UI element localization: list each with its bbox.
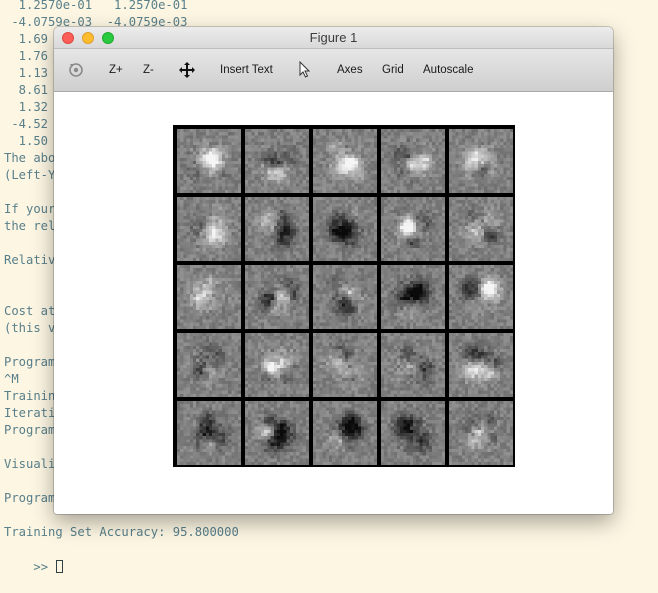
insert-text-button[interactable]: Insert Text — [220, 62, 273, 78]
weight-tile — [177, 265, 241, 329]
terminal-line: the rel — [4, 218, 55, 235]
plot-area[interactable] — [54, 92, 613, 514]
terminal-line: Program — [4, 490, 55, 507]
terminal-line: Program — [4, 354, 55, 371]
weight-tile — [381, 197, 445, 261]
weight-tile — [449, 197, 513, 261]
terminal-line: 1.76 — [4, 48, 48, 65]
weight-tile — [313, 333, 377, 397]
terminal-line: Visuali — [4, 456, 55, 473]
weight-tile — [245, 197, 309, 261]
figure-toolbar: Z+ Z- Insert Text Axes Grid Autoscale — [54, 49, 613, 92]
axes-button[interactable]: Axes — [337, 62, 363, 78]
terminal-line: Relativ — [4, 252, 55, 269]
figure-window[interactable]: Figure 1 Z+ Z- Insert Text Axes Grid Aut… — [54, 27, 613, 514]
grid-button[interactable]: Grid — [382, 62, 404, 78]
weight-tile — [449, 333, 513, 397]
terminal-prompt: >> — [33, 560, 55, 574]
zoom-out-button[interactable]: Z- — [143, 62, 154, 78]
weight-tile — [245, 333, 309, 397]
pan-icon[interactable] — [178, 61, 196, 77]
window-titlebar[interactable]: Figure 1 — [54, 27, 613, 49]
terminal-line: (Left-Y — [4, 167, 55, 184]
weight-tile — [381, 129, 445, 193]
terminal-line: (this v — [4, 320, 55, 337]
terminal-prompt-line[interactable]: >> — [4, 542, 63, 593]
weight-tile — [245, 129, 309, 193]
weight-tile — [177, 401, 241, 465]
weight-tile — [313, 265, 377, 329]
pointer-icon[interactable] — [298, 61, 312, 77]
terminal-line: 1.13 — [4, 65, 48, 82]
weight-tile — [177, 333, 241, 397]
weight-tile — [177, 129, 241, 193]
terminal-line: ^M — [4, 371, 19, 388]
terminal-line: If your — [4, 201, 55, 218]
terminal-line: Training Set Accuracy: 95.800000 — [4, 524, 239, 541]
hidden-layer-weight-grid — [173, 125, 515, 467]
terminal-line: Iterati — [4, 405, 55, 422]
terminal-line: 1.32 — [4, 99, 48, 116]
weight-tile — [381, 401, 445, 465]
terminal-line: Program — [4, 422, 55, 439]
terminal-line: 1.2570e-01 1.2570e-01 — [4, 0, 187, 14]
weight-tile — [313, 129, 377, 193]
terminal-cursor — [56, 560, 63, 573]
window-title: Figure 1 — [54, 30, 613, 45]
weight-tile — [245, 401, 309, 465]
weight-tile — [177, 197, 241, 261]
terminal-line: 1.50 — [4, 133, 48, 150]
weight-tile — [449, 129, 513, 193]
weight-tile — [449, 401, 513, 465]
terminal-line: Trainin — [4, 388, 55, 405]
weight-tile — [313, 401, 377, 465]
terminal-line: -4.52 — [4, 116, 48, 133]
zoom-in-button[interactable]: Z+ — [109, 62, 123, 78]
weight-tile — [313, 197, 377, 261]
terminal-line: 8.61 — [4, 82, 48, 99]
terminal-line: 1.69 — [4, 31, 48, 48]
weight-tile — [381, 265, 445, 329]
autoscale-button[interactable]: Autoscale — [423, 62, 474, 78]
weight-tile — [381, 333, 445, 397]
weight-tile — [245, 265, 309, 329]
terminal-line: Cost at — [4, 303, 55, 320]
rotate-icon[interactable] — [67, 61, 85, 77]
terminal-line: The abo — [4, 150, 55, 167]
weight-tile — [449, 265, 513, 329]
